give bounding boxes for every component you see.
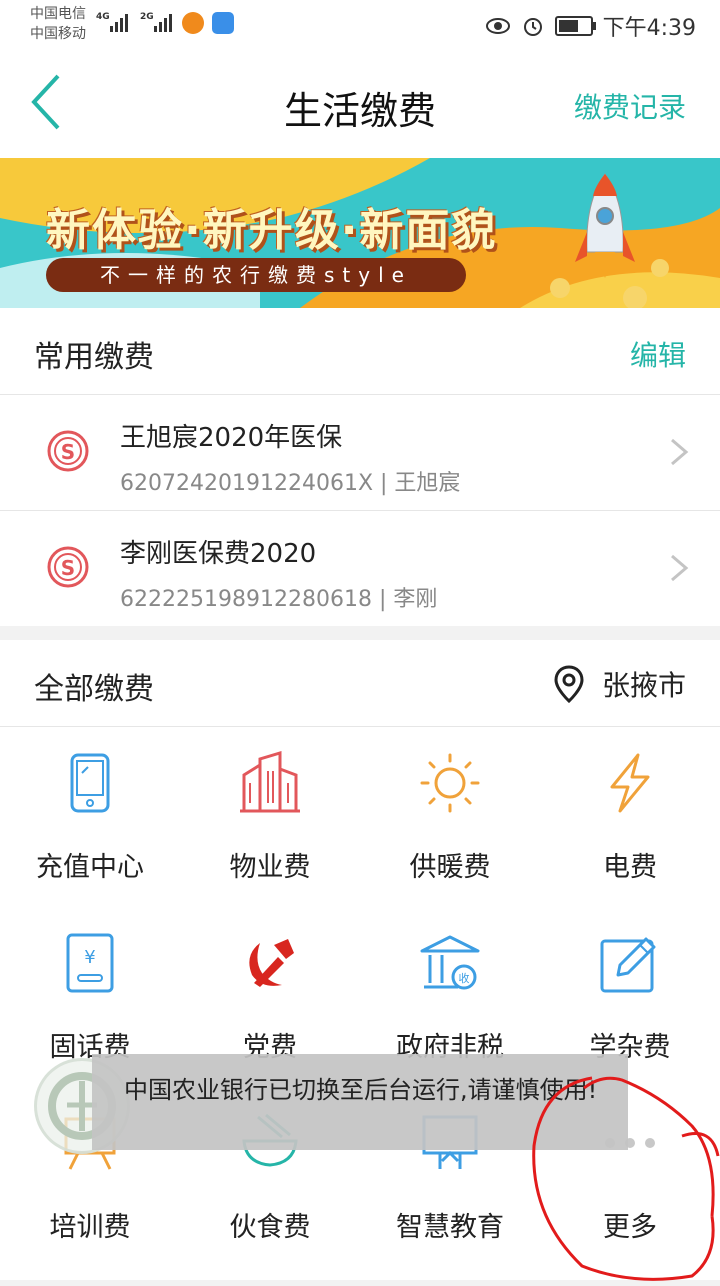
payment-name: 李刚医保费2020: [120, 539, 317, 569]
frequent-payment-item[interactable]: S 李刚医保费2020 622225198912280618 | 李刚: [0, 511, 720, 626]
carrier-2: 中国移动: [30, 26, 86, 42]
promo-banner[interactable]: 新体验·新升级·新面貌 不一样的农行缴费style: [0, 158, 720, 308]
carrier-info: 中国电信 中国移动: [30, 4, 86, 44]
status-bar: 中国电信 中国移动 4G 2G 下午4:39: [0, 0, 720, 50]
section-title: 全部缴费: [34, 672, 154, 707]
rocket-icon: [575, 173, 635, 278]
edit-button[interactable]: 编辑: [630, 334, 686, 374]
service-electricity[interactable]: 电费: [540, 727, 720, 907]
svg-text:¥: ¥: [84, 947, 95, 968]
service-label: 培训费: [49, 1212, 131, 1243]
social-insurance-icon: S: [47, 546, 89, 588]
status-time: 下午4:39: [602, 16, 696, 41]
frequent-payments-section: 常用缴费 编辑 S 王旭宸2020年医保 62072420191224061X …: [0, 308, 720, 626]
chevron-right-icon: [671, 438, 689, 466]
frequent-payment-item[interactable]: S 王旭宸2020年医保 62072420191224061X | 王旭宸: [0, 395, 720, 511]
sun-icon: [420, 753, 480, 813]
payment-detail: 622225198912280618 | 李刚: [120, 587, 438, 612]
app-notification-icon: [182, 12, 204, 34]
service-property[interactable]: 物业费: [180, 727, 360, 907]
signal-icon: [154, 12, 172, 32]
lightning-icon: [610, 753, 650, 813]
payment-detail: 62072420191224061X | 王旭宸: [120, 471, 461, 496]
service-heating[interactable]: 供暖费: [360, 727, 540, 907]
social-insurance-icon: S: [47, 430, 89, 472]
network-type-1: 4G: [96, 12, 110, 22]
annotation-circle: [532, 1076, 720, 1281]
alarm-icon: [523, 18, 542, 36]
service-label: 物业费: [229, 852, 311, 883]
city-selector[interactable]: 张掖市: [554, 664, 686, 704]
landline-icon: ¥: [66, 933, 114, 993]
party-icon: [249, 939, 294, 987]
payment-record-link[interactable]: 缴费记录: [574, 86, 686, 126]
svg-text:收: 收: [459, 971, 470, 985]
banner-tagline: 不一样的农行缴费style: [46, 258, 466, 292]
network-type-2: 2G: [140, 12, 154, 22]
service-label: 充值中心: [36, 852, 144, 883]
government-icon: 收: [420, 935, 480, 990]
app-notification-icon: [212, 12, 234, 34]
status-right: 下午4:39: [485, 10, 696, 42]
service-recharge[interactable]: 充值中心: [0, 727, 180, 907]
carrier-1: 中国电信: [30, 6, 86, 22]
building-icon: [240, 751, 300, 813]
signal-icon: [110, 12, 128, 32]
section-header: 常用缴费 编辑: [0, 308, 720, 395]
svg-text:S: S: [61, 556, 75, 580]
banner-headline: 新体验·新升级·新面貌: [46, 205, 498, 256]
section-header: 全部缴费 张掖市: [0, 640, 720, 727]
city-name: 张掖市: [601, 669, 686, 702]
edit-icon: [600, 937, 656, 993]
chevron-right-icon: [671, 554, 689, 582]
service-label: 伙食费: [229, 1212, 311, 1243]
section-title: 常用缴费: [34, 340, 154, 375]
title-bar: 生活缴费 缴费记录: [0, 50, 720, 158]
location-pin-icon: [554, 665, 584, 703]
service-label: 供暖费: [409, 852, 491, 883]
eye-icon: [485, 18, 510, 34]
payment-name: 王旭宸2020年医保: [120, 423, 343, 453]
service-label: 智慧教育: [396, 1212, 504, 1243]
svg-text:S: S: [61, 440, 75, 464]
phone-icon: [70, 753, 110, 813]
service-label: 电费: [603, 852, 657, 883]
battery-icon: [554, 16, 596, 36]
